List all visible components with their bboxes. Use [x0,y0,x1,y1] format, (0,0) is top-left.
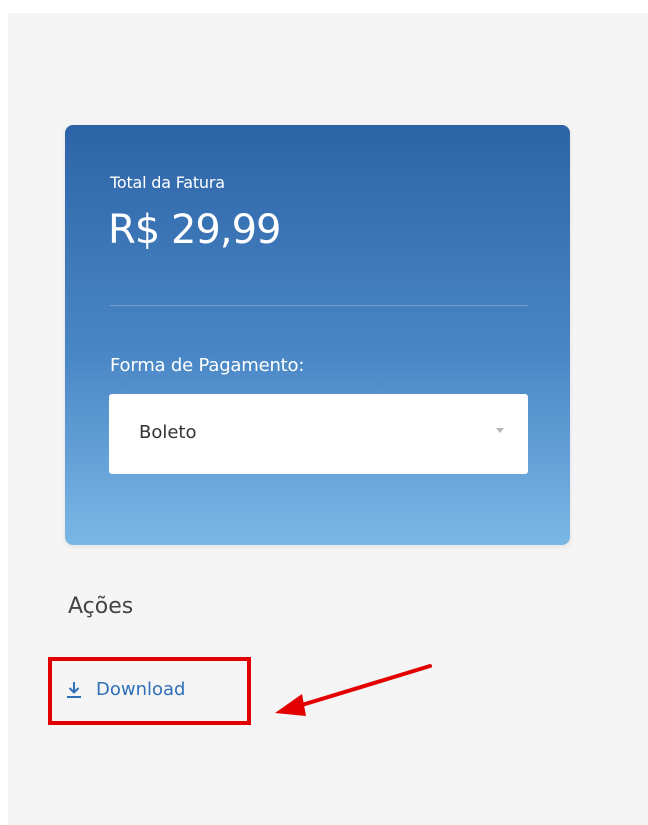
payment-method-value: Boleto [139,422,197,443]
invoice-summary-card: Total da Fatura R$ 29,99 Forma de Pagame… [65,125,570,545]
payment-method-label: Forma de Pagamento: [110,355,305,376]
chevron-down-icon [496,428,504,433]
download-icon [67,681,81,698]
actions-title: Ações [68,594,134,619]
total-value: R$ 29,99 [108,207,281,253]
download-label: Download [96,679,186,700]
total-label: Total da Fatura [110,173,225,192]
download-link[interactable]: Download [66,679,185,700]
payment-method-select[interactable]: Boleto [109,394,528,474]
divider [110,305,528,306]
